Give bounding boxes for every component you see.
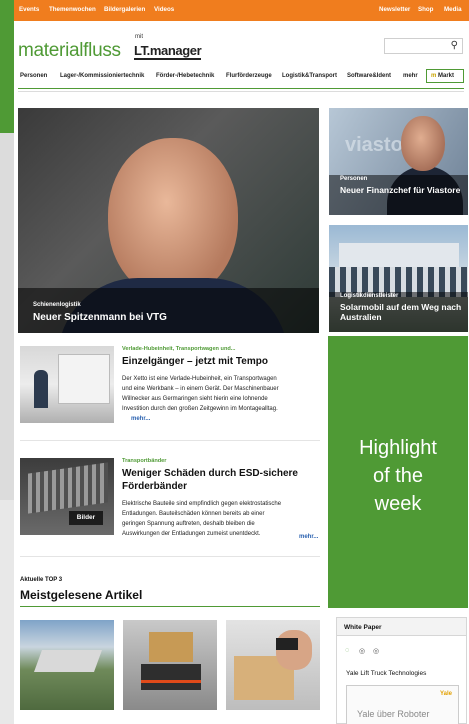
logo-lt-text: LT.manager xyxy=(134,43,202,60)
side-teaser-category: Personen xyxy=(340,176,368,182)
article-divider xyxy=(20,556,320,557)
topbar-link-bildergalerien[interactable]: Bildergalerien xyxy=(104,6,145,13)
thumbnail-conveyor xyxy=(28,462,108,514)
topbar-link-media[interactable]: Media xyxy=(444,6,462,13)
highlight-line: of the xyxy=(372,465,424,487)
viastore-brand: viasto xyxy=(345,134,403,156)
article-title[interactable]: Weniger Schäden durch ESD-sichere Förder… xyxy=(122,467,298,493)
top3-article-thumbnail[interactable] xyxy=(226,620,320,710)
white-paper-company[interactable]: Yale Lift Truck Technologies xyxy=(346,670,426,677)
top-bar: Events Themenwochen Bildergalerien Video… xyxy=(14,0,469,21)
side-teaser-category: Logistikdienstleister xyxy=(340,293,399,299)
side-photo-face xyxy=(401,116,445,171)
white-paper-preview[interactable]: Yale Yale über Roboter xyxy=(346,685,459,724)
white-paper-header: White Paper xyxy=(337,618,466,636)
side-teaser-title[interactable]: Solarmobil auf dem Weg nach Australien xyxy=(340,302,465,322)
logo-mit: mit xyxy=(135,34,143,40)
nav-item-flurfoerderzeuge[interactable]: Flurförderzeuge xyxy=(226,73,272,79)
carousel-dot-active[interactable]: ◌ xyxy=(345,647,349,654)
thumbnail-robot-light xyxy=(141,680,201,683)
article-title-line: Förderbänder xyxy=(122,481,188,492)
article-text-line: Auswirkungen der Entladungen zumeist une… xyxy=(122,531,261,537)
thumbnail-robot xyxy=(141,664,201,690)
article-text: Der Xetto ist eine Verlade-Hubeinheit, e… xyxy=(122,374,314,414)
article-text-line: Willnecker aus Germaringen sieht hierin … xyxy=(122,396,268,402)
thumbnail-warehouse xyxy=(33,650,103,672)
article-divider xyxy=(20,440,320,441)
top3-article-thumbnail[interactable] xyxy=(20,620,114,710)
nav-item-lager[interactable]: Lager-/Kommissioniertechnik xyxy=(60,73,144,79)
logo-lt-manager[interactable]: LT.manager xyxy=(134,43,202,60)
article-thumbnail[interactable]: Bilder xyxy=(20,458,114,535)
hero-caption-overlay xyxy=(18,288,319,333)
hero-title[interactable]: Neuer Spitzenmann bei VTG xyxy=(33,312,167,323)
side-teaser-viastore[interactable]: viasto Personen Neuer Finanzchef für Via… xyxy=(329,108,468,215)
web-page: Events Themenwochen Bildergalerien Video… xyxy=(14,0,469,724)
markt-icon: m xyxy=(431,73,437,79)
article-text-line: geringen Spannung auftreten, deshalb ble… xyxy=(122,521,255,527)
thumbnail-pallet xyxy=(149,632,193,662)
article-category: Verlade-Hubeinheit, Transportwagen und..… xyxy=(122,346,236,352)
side-teaser-solarmobil[interactable]: Logistikdienstleister Solarmobil auf dem… xyxy=(329,225,468,332)
hero-teaser[interactable]: Schienenlogistik Neuer Spitzenmann bei V… xyxy=(18,108,319,333)
article-text-line: Entladungen. Bauteilschäden können berei… xyxy=(122,511,265,517)
article-more-link[interactable]: mehr... xyxy=(131,416,150,422)
carousel-dot[interactable]: ◎ xyxy=(373,647,379,655)
article-text-line: Elektrische Bauteile sind empfindlich ge… xyxy=(122,501,282,507)
top3-label: Aktuelle TOP 3 xyxy=(20,577,63,583)
site-logo[interactable]: materialfluss xyxy=(18,40,121,62)
topbar-link-events[interactable]: Events xyxy=(19,6,39,13)
highlight-line: week xyxy=(374,493,422,515)
article-title-line: Weniger Schäden durch ESD-sichere xyxy=(122,468,298,479)
thumbnail-scanner xyxy=(276,638,298,650)
top3-divider xyxy=(20,606,320,607)
highlight-line: Highlight xyxy=(359,437,437,459)
nav-markt-label: Markt xyxy=(438,73,455,79)
highlight-text: Highlight of the week xyxy=(328,434,468,518)
article-text-line: und eine Werkbank – in einem Gerät. Der … xyxy=(122,386,279,392)
topbar-link-themenwochen[interactable]: Themenwochen xyxy=(49,6,96,13)
nav-markt-button[interactable]: m Markt xyxy=(426,69,464,83)
white-paper-preview-title: Yale über Roboter xyxy=(357,709,430,719)
nav-item-logistik[interactable]: Logistik&Transport xyxy=(282,73,337,79)
nav-item-software[interactable]: Software&Ident xyxy=(347,73,391,79)
side-teaser-title[interactable]: Neuer Finanzchef für Viastore xyxy=(340,185,465,195)
nav-item-personen[interactable]: Personen xyxy=(20,73,47,79)
hero-photo-face xyxy=(108,138,238,298)
hero-category: Schienenlogistik xyxy=(33,302,81,308)
topbar-link-newsletter[interactable]: Newsletter xyxy=(379,6,410,13)
gallery-badge[interactable]: Bilder xyxy=(69,511,103,525)
yale-logo: Yale xyxy=(439,691,452,697)
carousel-dot[interactable]: ◎ xyxy=(359,647,365,655)
nav-divider xyxy=(18,88,464,89)
article-text: Elektrische Bauteile sind empfindlich ge… xyxy=(122,499,314,539)
thumbnail-hand xyxy=(276,630,312,670)
article-more-link[interactable]: mehr... xyxy=(299,534,318,540)
article-text-line: Investition durch den großen Zeitgewinn … xyxy=(122,406,278,412)
search-icon[interactable]: ⚲ xyxy=(451,40,458,52)
thumbnail-person xyxy=(34,370,48,408)
nav-item-foerder[interactable]: Förder-/Hebetechnik xyxy=(156,73,214,79)
article-category: Transportbänder xyxy=(122,458,167,464)
top3-article-thumbnail[interactable] xyxy=(123,620,217,710)
topbar-link-videos[interactable]: Videos xyxy=(154,6,174,13)
nav-divider-light xyxy=(18,91,464,92)
article-title[interactable]: Einzelgänger – jetzt mit Tempo xyxy=(122,355,268,368)
search-input[interactable]: ⚲ xyxy=(384,38,463,54)
article-thumbnail[interactable] xyxy=(20,346,114,423)
thumbnail-van xyxy=(58,354,110,404)
article-text-line: Der Xetto ist eine Verlade-Hubeinheit, e… xyxy=(122,376,277,382)
nav-item-mehr[interactable]: mehr xyxy=(403,73,418,79)
highlight-of-the-week-banner[interactable]: Highlight of the week xyxy=(328,336,468,608)
topbar-link-shop[interactable]: Shop xyxy=(418,6,433,13)
top3-heading: Meistgelesene Artikel xyxy=(20,588,143,602)
white-paper-widget: White Paper ◌ ◎ ◎ Yale Lift Truck Techno… xyxy=(336,617,467,724)
